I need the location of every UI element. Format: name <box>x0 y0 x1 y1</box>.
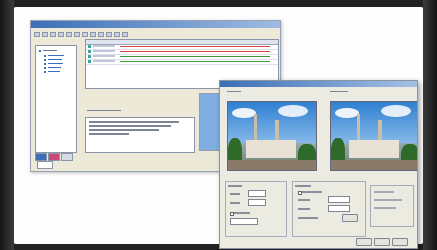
info-panel-title <box>87 109 147 113</box>
info-title-line <box>87 109 121 111</box>
browse-button[interactable] <box>342 214 358 222</box>
track-icon <box>88 45 91 48</box>
dropdown[interactable] <box>230 218 258 225</box>
file-icon <box>44 58 46 61</box>
cloud <box>381 105 411 117</box>
toolbar-button[interactable] <box>98 32 104 37</box>
track-label <box>93 45 115 47</box>
toolbar-button[interactable] <box>90 32 96 37</box>
main-window-titlebar[interactable] <box>31 21 280 28</box>
track-clip[interactable] <box>120 56 270 57</box>
toolbar-button[interactable] <box>114 32 120 37</box>
tree-item-text-line <box>48 66 61 69</box>
toolbar-button[interactable] <box>122 32 128 37</box>
option-field[interactable] <box>328 205 350 212</box>
field-label <box>230 202 240 204</box>
tree-item[interactable] <box>44 70 60 73</box>
track-clip[interactable] <box>120 46 270 47</box>
checkbox-label <box>234 212 250 214</box>
file-icon <box>44 66 46 69</box>
dialog-titlebar[interactable] <box>220 81 417 87</box>
info-line <box>89 129 159 131</box>
original-image-preview[interactable] <box>227 101 317 171</box>
tree-item[interactable] <box>39 49 57 52</box>
track-icon <box>88 50 91 53</box>
tree-item-text-line <box>48 62 63 65</box>
cloud <box>278 105 308 117</box>
toolbar-button[interactable] <box>50 32 56 37</box>
field-label <box>230 193 240 195</box>
frame-top <box>0 0 437 7</box>
image-dialog <box>219 80 418 249</box>
tree-item-text-line <box>48 54 64 57</box>
label-line <box>330 90 348 92</box>
tab[interactable] <box>35 153 47 161</box>
tree-item[interactable] <box>44 62 63 65</box>
street <box>331 160 417 170</box>
building <box>246 140 296 158</box>
main-window-toolbar <box>31 32 280 37</box>
tab[interactable] <box>48 153 60 161</box>
processed-image-preview[interactable] <box>330 101 417 171</box>
file-icon <box>44 62 46 65</box>
tree-item-text-line <box>48 70 60 73</box>
help-button[interactable] <box>392 238 408 246</box>
group-label <box>295 185 311 187</box>
track-clip[interactable] <box>120 51 270 52</box>
file-icon <box>44 70 46 73</box>
tree-item[interactable] <box>44 54 64 57</box>
panel-tabs <box>35 153 73 161</box>
frame-left <box>0 0 14 250</box>
file-icon <box>44 54 46 57</box>
tree-item-text-line <box>43 49 57 52</box>
left-pane-label <box>227 90 241 93</box>
info-line <box>89 125 171 127</box>
track-label <box>93 55 115 57</box>
project-tree[interactable] <box>35 45 77 153</box>
field-label <box>374 207 396 209</box>
track-label <box>93 60 115 62</box>
track-icon <box>88 55 91 58</box>
tree-item-text-line <box>48 58 62 61</box>
ok-button[interactable] <box>356 238 372 246</box>
height-field[interactable] <box>248 199 266 206</box>
toolbar-button[interactable] <box>74 32 80 37</box>
field-label <box>374 199 402 201</box>
track-label <box>93 50 115 52</box>
cloud <box>232 108 256 118</box>
field-label <box>298 199 310 201</box>
status-box[interactable] <box>37 161 53 169</box>
info-panel[interactable] <box>85 117 195 153</box>
info-line <box>89 133 129 135</box>
field-label <box>374 191 394 193</box>
width-field[interactable] <box>248 190 266 197</box>
toolbar-button[interactable] <box>42 32 48 37</box>
tab[interactable] <box>61 153 73 161</box>
group-label <box>228 185 242 187</box>
toolbar-button[interactable] <box>106 32 112 37</box>
timeline-row[interactable] <box>86 59 278 65</box>
toolbar-button[interactable] <box>82 32 88 37</box>
checkbox-label <box>302 191 322 193</box>
field-label <box>298 208 310 210</box>
right-pane-label <box>330 90 348 93</box>
tree-item[interactable] <box>44 58 62 61</box>
tree-item[interactable] <box>44 66 61 69</box>
track-clip[interactable] <box>120 61 270 62</box>
info-line <box>89 121 179 123</box>
toolbar-button[interactable] <box>34 32 40 37</box>
toolbar-button[interactable] <box>58 32 64 37</box>
toolbar-button[interactable] <box>66 32 72 37</box>
street <box>228 160 316 170</box>
option-field[interactable] <box>328 196 350 203</box>
track-icon <box>88 60 91 63</box>
frame-right <box>423 0 437 250</box>
label-line <box>227 90 241 92</box>
field-label <box>298 217 318 219</box>
folder-icon <box>39 49 41 52</box>
cancel-button[interactable] <box>374 238 390 246</box>
cloud <box>335 108 359 118</box>
building <box>349 140 399 158</box>
